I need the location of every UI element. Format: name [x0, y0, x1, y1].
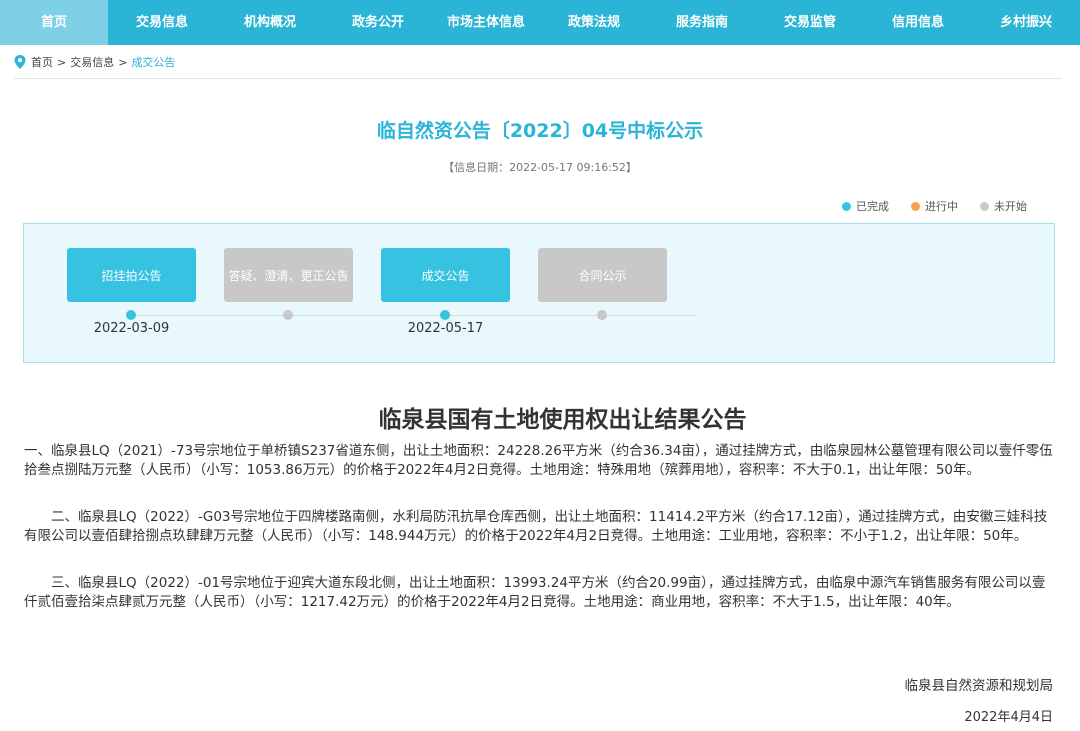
legend-label: 已完成 [856, 200, 889, 213]
document-paragraph: 二、临泉县LQ（2022）-G03号宗地位于四牌楼路南侧，水利局防汛抗旱仓库西侧… [24, 509, 1048, 544]
nav-item-rural-revival[interactable]: 乡村振兴 [972, 0, 1080, 45]
divider [14, 78, 1062, 79]
step-dot-pending [283, 310, 293, 320]
progress-panel: 招挂拍公告 答疑、澄清、更正公告 成交公告 合同公示 2022-03-09 20… [23, 223, 1055, 363]
step-dot-pending [597, 310, 607, 320]
step-date: 2022-03-09 [93, 321, 170, 336]
breadcrumb-trade-info[interactable]: 交易信息 [70, 54, 114, 70]
legend-label: 未开始 [994, 200, 1027, 213]
nav-item-credit-info[interactable]: 信用信息 [864, 0, 972, 45]
not-started-dot-icon [980, 201, 989, 211]
step-bid-announcement[interactable]: 招挂拍公告 [67, 248, 196, 302]
step-deal-announcement[interactable]: 成交公告 [381, 248, 510, 302]
legend-item-not-started: 未开始 [980, 198, 1027, 214]
document-paragraph: 一、临泉县LQ（2021）-73号宗地位于单桥镇S237省道东侧，出让土地面积：… [24, 443, 1053, 478]
in-progress-dot-icon [911, 201, 920, 211]
announcement-title: 临自然资公告〔2022〕04号中标公示 [376, 120, 704, 142]
nav-item-policy[interactable]: 政策法规 [540, 0, 648, 45]
legend-item-completed: 已完成 [842, 198, 889, 214]
legend-label: 进行中 [925, 200, 958, 213]
nav-item-market-entity[interactable]: 市场主体信息 [432, 0, 540, 45]
breadcrumb-separator: > [118, 55, 128, 69]
document-title: 临泉县国有土地使用权出让结果公告 [378, 407, 747, 433]
step-dot-done [126, 310, 136, 320]
step-clarification-notice[interactable]: 答疑、澄清、更正公告 [224, 248, 353, 302]
breadcrumb-home[interactable]: 首页 [31, 54, 53, 70]
breadcrumb-current: 成交公告 [131, 56, 176, 69]
document-paragraph: 三、临泉县LQ（2022）-01号宗地位于迎宾大道东段北侧，出让土地面积：139… [24, 575, 1046, 610]
nav-item-service-guide[interactable]: 服务指南 [648, 0, 756, 45]
breadcrumb-separator: > [57, 55, 67, 69]
step-dot-done [440, 310, 450, 320]
signature-org: 临泉县自然资源和规划局 [904, 678, 1054, 694]
info-date: 【信息日期：2022-05-17 09:16:52】 [443, 161, 637, 174]
progress-track [131, 315, 696, 316]
step-contract-publicity[interactable]: 合同公示 [538, 248, 667, 302]
nav-item-gov-affairs[interactable]: 政务公开 [324, 0, 432, 45]
status-legend: 已完成 进行中 未开始 [820, 198, 1027, 214]
step-date: 2022-05-17 [407, 321, 484, 336]
completed-dot-icon [842, 201, 851, 211]
signature-date: 2022年4月4日 [964, 710, 1053, 725]
location-pin-icon [14, 55, 26, 69]
nav-item-trade-supervision[interactable]: 交易监管 [756, 0, 864, 45]
nav-item-org-overview[interactable]: 机构概况 [216, 0, 324, 45]
top-nav: 首页 交易信息 机构概况 政务公开 市场主体信息 政策法规 服务指南 交易监管 … [0, 0, 1080, 45]
nav-item-home[interactable]: 首页 [0, 0, 108, 45]
nav-item-trade-info[interactable]: 交易信息 [108, 0, 216, 45]
legend-item-in-progress: 进行中 [911, 198, 958, 214]
breadcrumb: 首页 > 交易信息 > 成交公告 [14, 54, 175, 70]
